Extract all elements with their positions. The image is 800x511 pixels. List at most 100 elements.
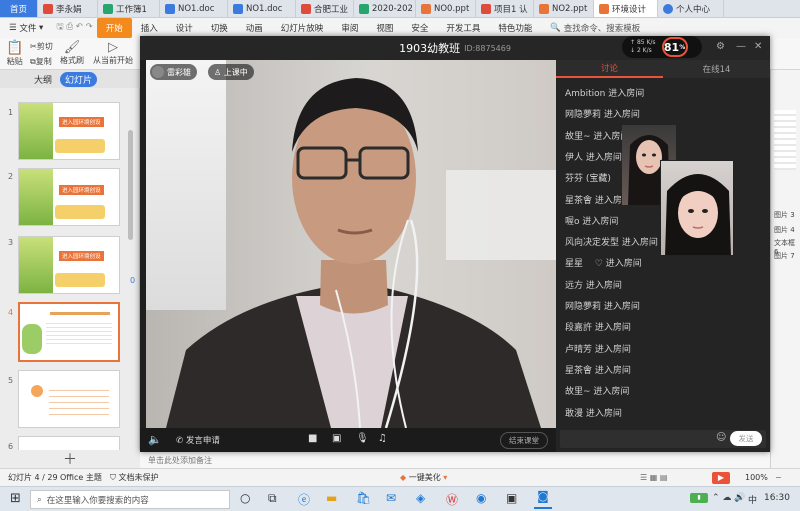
tab-doc[interactable]: 工作簿1 [98,0,160,17]
tab-outline[interactable]: 大纲 [34,73,52,86]
play-slideshow-button[interactable]: ▶ [712,471,730,484]
menu-security[interactable]: 安全 [402,18,437,38]
task-view-icon[interactable]: ○ [240,491,250,505]
paste-button[interactable]: 📋 粘贴 [6,40,23,67]
browser-icon[interactable]: ◉ [476,491,486,505]
chat-message: 网隐夢莉 进入房间 [565,302,640,312]
tab-doc[interactable]: 2020-202 [354,0,416,17]
task-switch-icon[interactable]: ⧉ [268,491,277,506]
format-painter-button[interactable]: 🖌 格式刷 [60,40,84,66]
tab-home[interactable]: 首页 [0,0,38,17]
send-button[interactable]: 发送 [730,431,762,446]
cpu-unit: % [679,43,686,51]
slide-thumbnail[interactable] [18,436,120,450]
chat-tabs: 讨论 在线14 [556,60,770,78]
protection-label: 文档未保护 [118,473,159,482]
tab-doc[interactable]: 项目1 认 [476,0,534,17]
menu-transition[interactable]: 切换 [202,18,237,38]
menu-animation[interactable]: 动画 [237,18,272,38]
quick-access-icons[interactable]: 🖫 ⎙ ↶ ↷ [52,18,96,38]
tab-doc[interactable]: NO2.ppt [534,0,594,17]
store-icon[interactable]: 🛍 [356,491,371,505]
slide-thumbnail[interactable] [18,370,120,428]
menu-home[interactable]: 开始 [96,18,132,38]
menu-slideshow[interactable]: 幻灯片放映 [272,18,333,38]
classroom-app-icon[interactable]: ◙ [534,489,552,509]
tab-discussion[interactable]: 讨论 [556,60,663,78]
speak-request-button[interactable]: ✆ 发言申请 [176,434,220,446]
tab-doc-active[interactable]: 环境设计 [594,0,658,17]
chat-message: 星茶會 进入房间 [565,365,631,376]
windows-taskbar: ⊞ ⌕ 在这里输入你要搜索的内容 ○ ⧉ ⓔ ▬ 🛍 ✉ ◈ Ⓦ ◉ ▣ ◙ ▮… [0,486,800,511]
app-icon[interactable]: ◈ [416,491,425,505]
edge-icon[interactable]: ⓔ [298,491,310,508]
thumb-tree [19,237,53,293]
speaker-icon[interactable]: 🔈 [148,433,162,446]
clock[interactable]: 16:30 [764,493,790,503]
selection-pane: 图片 3 图片 4 文本框 6 图片 7 [770,70,800,468]
windows-start-icon[interactable]: ⊞ [10,491,21,506]
menu-design[interactable]: 设计 [167,18,202,38]
taskbar-search[interactable]: ⌕ 在这里输入你要搜索的内容 [30,490,230,509]
tab-doc[interactable]: 李永娟 [38,0,98,17]
slide-thumbnail[interactable]: 进入园环境创设 [18,102,120,160]
screen-share-icon[interactable]: ▣ [332,433,341,444]
tab-doc[interactable]: NO0.ppt [416,0,476,17]
from-current-button[interactable]: ▷ 从当前开始 [93,40,133,66]
pane-item[interactable]: 图片 4 [774,225,795,235]
close-icon[interactable]: ✕ [754,41,762,52]
microphone-icon[interactable]: 🎙 [356,433,369,444]
wps-icon[interactable]: Ⓦ [446,491,458,508]
perf-widget[interactable]: ↑ 85 K/s ↓ 2 K/s 81% [622,36,702,58]
tab-doc[interactable]: NO1.doc [160,0,228,17]
beautify-button[interactable]: ◆ 一键美化 ▾ [400,472,447,483]
settings-icon[interactable]: ⚙ [716,41,725,52]
view-mode-icons[interactable]: ☰ ▦ ▤ [640,473,667,482]
doc-protection[interactable]: ⛉ 文档未保护 [110,472,159,483]
tab-online[interactable]: 在线14 [663,60,770,78]
slide-number: 3 [8,238,14,247]
cpu-gauge: 81% [661,37,688,57]
tab-user-center[interactable]: 个人中心 [658,0,724,17]
menu-review[interactable]: 审阅 [332,18,367,38]
command-search[interactable]: 🔍 查找命令、搜索模板 [541,18,649,38]
pane-counter: 0 [130,276,136,285]
tab-label: 首页 [9,4,27,15]
shield-icon: ⛉ [110,473,116,482]
menu-file[interactable]: ☰ 文件 ▾ [0,18,52,38]
file-explorer-icon[interactable]: ▬ [326,491,337,505]
emoji-icon[interactable]: ☺ [716,432,726,443]
menu-devtools[interactable]: 开发工具 [437,18,489,38]
music-icon[interactable]: ♫ [378,433,387,444]
tab-label: NO2.ppt [552,3,588,14]
menu-features[interactable]: 特色功能 [489,18,541,38]
menu-insert[interactable]: 插入 [132,18,167,38]
slide-thumbnail[interactable]: 进入园环境创设 [18,168,120,226]
copy-button[interactable]: ⧉复制 [30,56,52,67]
cut-button[interactable]: ✂剪切 [30,41,53,52]
tab-slides[interactable]: 幻灯片 [60,71,98,87]
zoom-out-icon[interactable]: − [775,473,782,482]
pane-item[interactable]: 图片 3 [774,210,795,220]
menu-view[interactable]: 视图 [367,18,402,38]
minimize-icon[interactable]: — [736,41,746,52]
tab-doc[interactable]: NO1.doc [228,0,296,17]
add-slide-button[interactable]: ＋ [0,450,140,468]
thumb-text-block [46,320,112,346]
tab-label: NO0.ppt [434,3,470,14]
cut-label: 剪切 [36,42,53,51]
slide-thumbnail[interactable]: 进入园环境创设 [18,236,120,294]
zoom-level[interactable]: 100% [745,473,768,482]
slide-thumbnail-selected[interactable] [18,302,120,362]
camera-icon[interactable]: ■ [308,433,317,444]
end-class-button[interactable]: 结束课堂 [500,432,548,449]
pane-item[interactable]: 图片 7 [774,251,795,261]
video-app-icon[interactable]: ▣ [506,491,517,505]
notes-area[interactable]: 单击此处添加备注 [140,452,770,468]
input-language[interactable]: 中 [748,493,757,506]
student-video[interactable] [660,160,734,256]
panel-scrollbar[interactable] [128,130,133,240]
tab-doc[interactable]: 合肥工业 [296,0,354,17]
tray-icons[interactable]: ⌃ ☁ 🔊 [712,493,745,503]
mail-icon[interactable]: ✉ [386,491,396,505]
